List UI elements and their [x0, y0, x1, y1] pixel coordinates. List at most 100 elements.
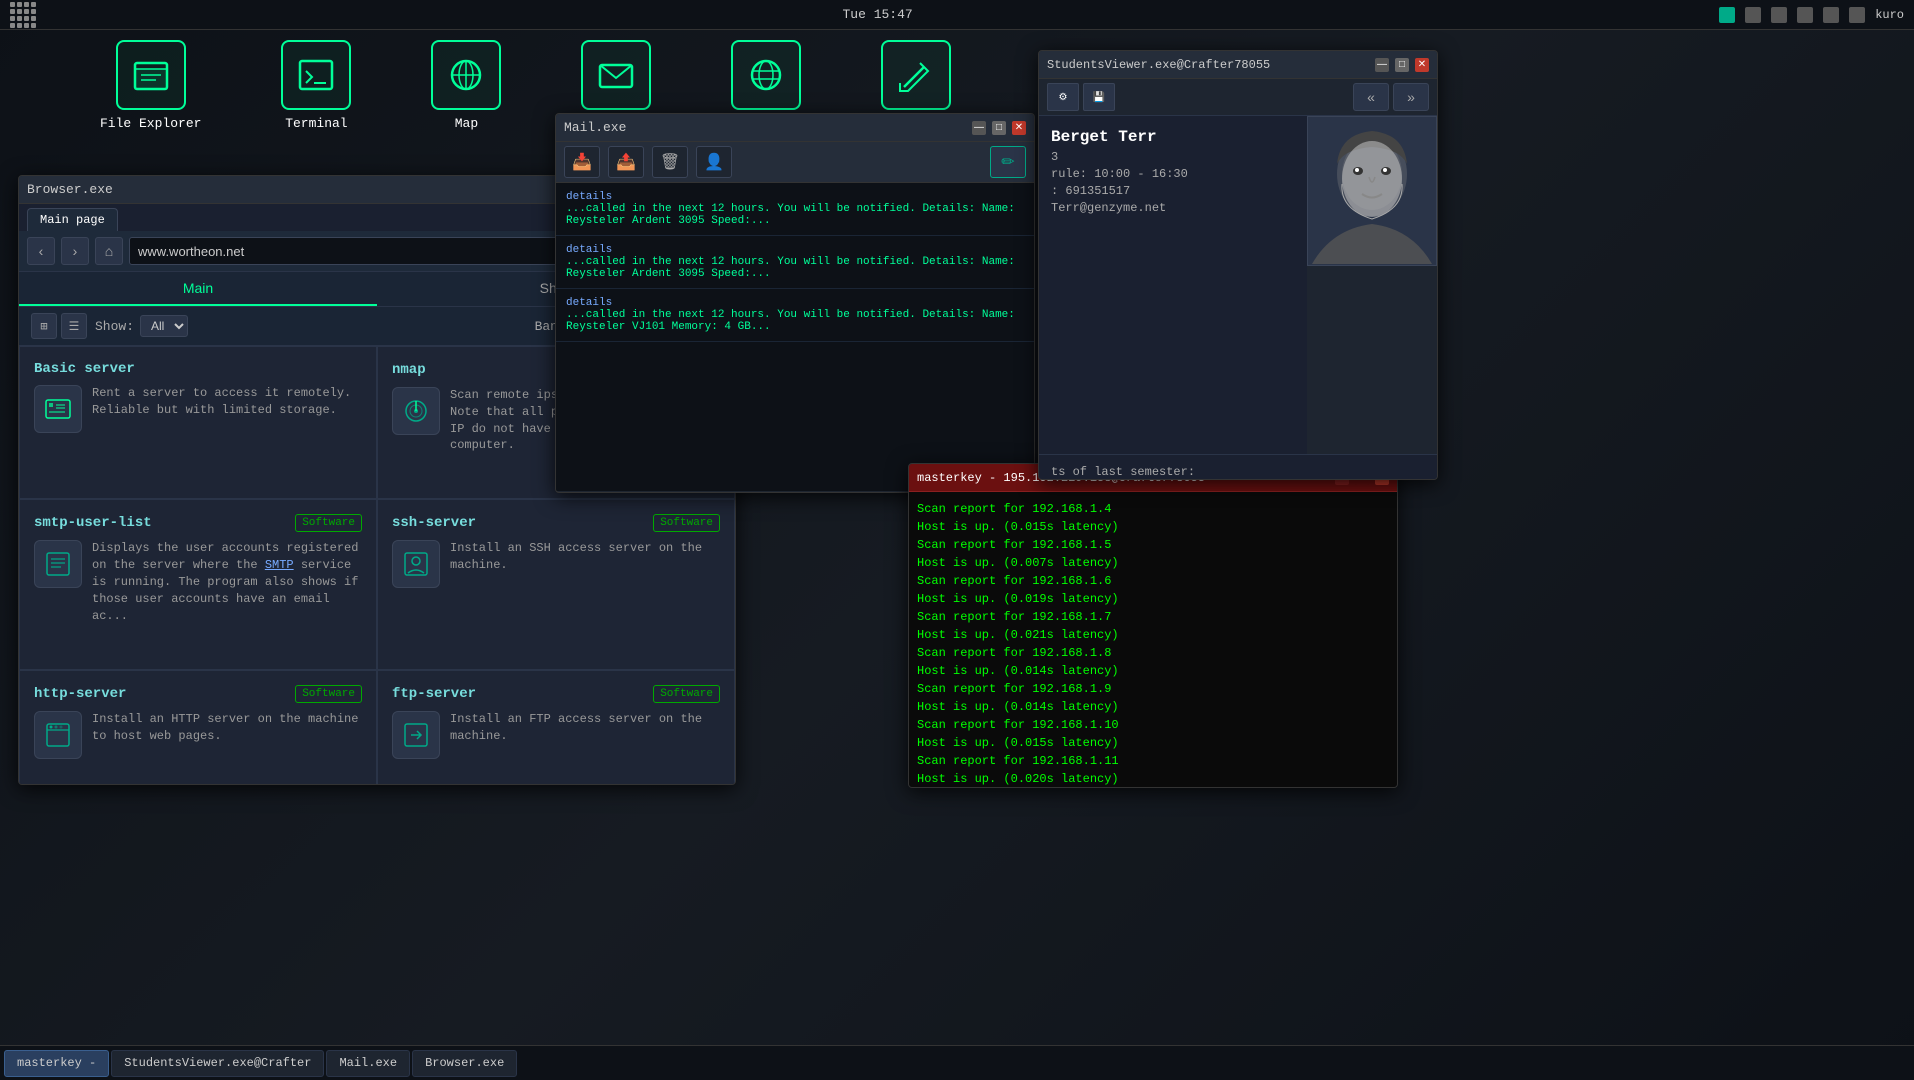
topbar-user: kuro [1875, 8, 1904, 22]
mail-message-3-text: ...called in the next 12 hours. You will… [566, 309, 1024, 333]
students-maximize-button[interactable]: □ [1395, 58, 1409, 72]
shop-item-icon-basic-server [34, 385, 82, 433]
terminal-line-4: Scan report for 192.168.1.6 [917, 572, 1389, 590]
taskbar-item-studentsviewer[interactable]: StudentsViewer.exe@Crafter [111, 1050, 324, 1077]
grid-view-toggle[interactable]: ⊞ [31, 313, 57, 339]
terminal-line-15: Host is up. (0.020s latency) [917, 770, 1389, 787]
shop-item-ftp-server[interactable]: ftp-server Software Install an FTP acces… [377, 670, 735, 785]
mail-titlebar: Mail.exe — □ ✕ [556, 114, 1034, 142]
student-schedule: rule: 10:00 - 16:30 [1051, 167, 1295, 181]
students-next-button[interactable]: » [1393, 83, 1429, 111]
shop-item-badge-smtp-user-list: Software [295, 514, 362, 532]
student-phone: : 691351517 [1051, 184, 1295, 198]
mail-edit-button[interactable]: ✏ [990, 146, 1026, 178]
mail-outbox-button[interactable]: 📤 [608, 146, 644, 178]
mail-maximize-button[interactable]: □ [992, 121, 1006, 135]
terminal-line-12: Scan report for 192.168.1.10 [917, 716, 1389, 734]
mail-delete-button[interactable]: 🗑 [652, 146, 688, 178]
desktop-icon-terminal[interactable]: Terminal [281, 40, 351, 131]
shop-item-desc-http-server: Install an HTTP server on the machine to… [92, 711, 362, 745]
smtp-link[interactable]: SMTP [265, 558, 294, 572]
terminal-line-8: Scan report for 192.168.1.8 [917, 644, 1389, 662]
mail-contact-button[interactable]: 👤 [696, 146, 732, 178]
terminal-line-7: Host is up. (0.021s latency) [917, 626, 1389, 644]
students-save-button[interactable]: 💾 [1083, 83, 1115, 111]
mail-message-1[interactable]: details ...called in the next 12 hours. … [556, 183, 1034, 236]
terminal-content[interactable]: Scan report for 192.168.1.4 Host is up. … [909, 492, 1397, 787]
terminal-line-5: Host is up. (0.019s latency) [917, 590, 1389, 608]
mail-title: Mail.exe [564, 120, 966, 135]
students-title: StudentsViewer.exe@Crafter78055 [1047, 58, 1369, 72]
terminal-line-11: Host is up. (0.014s latency) [917, 698, 1389, 716]
topbar-right: kuro [1719, 7, 1904, 23]
students-prev-button[interactable]: « [1353, 83, 1389, 111]
shop-item-http-server[interactable]: http-server Software Install an HTTP se [19, 670, 377, 785]
shop-item-ssh-server[interactable]: ssh-server Software Install an SSH acces… [377, 499, 735, 669]
terminal-line-1: Host is up. (0.015s latency) [917, 518, 1389, 536]
browser-back-button[interactable]: ‹ [27, 237, 55, 265]
desktop-icon-map[interactable]: Map [431, 40, 501, 131]
shop-item-icon-http-server [34, 711, 82, 759]
students-close-button[interactable]: ✕ [1415, 58, 1429, 72]
mail-message-2[interactable]: details ...called in the next 12 hours. … [556, 236, 1034, 289]
browser-tab-main[interactable]: Main page [27, 208, 118, 231]
shop-item-title-smtp-user-list: smtp-user-list [34, 515, 152, 531]
shop-item-desc-ssh-server: Install an SSH access server on the mach… [450, 540, 720, 574]
mail-message-1-header: details [566, 191, 1024, 203]
terminal-line-0: Scan report for 192.168.1.4 [917, 500, 1389, 518]
terminal-line-9: Host is up. (0.014s latency) [917, 662, 1389, 680]
topbar-icon-3 [1771, 7, 1787, 23]
students-info-panel: Berget Terr 3 rule: 10:00 - 16:30 : 6913… [1039, 116, 1307, 454]
topbar-time: Tue 15:47 [842, 7, 912, 22]
mail-message-3[interactable]: details ...called in the next 12 hours. … [556, 289, 1034, 342]
desktop-icon-file-explorer[interactable]: File Explorer [100, 40, 201, 131]
show-select[interactable]: All [140, 315, 188, 337]
desktop-icon-label-map: Map [455, 116, 478, 131]
shop-item-badge-http-server: Software [295, 685, 362, 703]
terminal-line-3: Host is up. (0.007s latency) [917, 554, 1389, 572]
topbar: Tue 15:47 kuro [0, 0, 1914, 30]
student-description: ts of last semester: [1051, 465, 1425, 479]
students-toolbar: ⚙ 💾 « » [1039, 79, 1437, 116]
shop-item-smtp-user-list[interactable]: smtp-user-list Software Displays the use… [19, 499, 377, 669]
browser-forward-button[interactable]: › [61, 237, 89, 265]
apps-grid-icon[interactable] [10, 2, 36, 28]
shop-item-icon-nmap [392, 387, 440, 435]
list-view-toggle[interactable]: ☰ [61, 313, 87, 339]
mail-inbox-button[interactable]: 📥 [564, 146, 600, 178]
topbar-icon-2 [1745, 7, 1761, 23]
students-minimize-button[interactable]: — [1375, 58, 1389, 72]
terminal-line-6: Scan report for 192.168.1.7 [917, 608, 1389, 626]
desktop-icon-label-file-explorer: File Explorer [100, 116, 201, 131]
students-window: StudentsViewer.exe@Crafter78055 — □ ✕ ⚙ … [1038, 50, 1438, 480]
mail-message-list: details ...called in the next 12 hours. … [556, 183, 1034, 491]
shop-item-title-ssh-server: ssh-server [392, 515, 476, 531]
terminal-line-14: Scan report for 192.168.1.11 [917, 752, 1389, 770]
student-field3: 3 [1051, 150, 1295, 164]
shop-item-title-basic-server: Basic server [34, 361, 135, 377]
mail-toolbar: 📥 📤 🗑 👤 ✏ [556, 142, 1034, 183]
students-content: Berget Terr 3 rule: 10:00 - 16:30 : 6913… [1039, 116, 1437, 454]
mail-message-3-header: details [566, 297, 1024, 309]
taskbar: masterkey - StudentsViewer.exe@Crafter M… [0, 1045, 1914, 1080]
topbar-icon-6 [1849, 7, 1865, 23]
terminal-line-10: Scan report for 192.168.1.9 [917, 680, 1389, 698]
shop-item-basic-server[interactable]: Basic server Rent a server to access it … [19, 346, 377, 499]
shop-item-title-http-server: http-server [34, 686, 126, 702]
shop-item-icon-ftp-server [392, 711, 440, 759]
desktop-icon-label-terminal: Terminal [285, 116, 347, 131]
taskbar-item-mail[interactable]: Mail.exe [326, 1050, 410, 1077]
student-portrait [1307, 116, 1437, 266]
taskbar-item-masterkey[interactable]: masterkey - [4, 1050, 109, 1077]
browser-home-button[interactable]: ⌂ [95, 237, 123, 265]
student-email: Terr@genzyme.net [1051, 201, 1295, 215]
terminal-window: masterkey - 195.102.229.158@Crafter78055… [908, 463, 1398, 788]
students-settings-button[interactable]: ⚙ [1047, 83, 1079, 111]
browser-nav-main[interactable]: Main [19, 272, 377, 306]
shop-item-icon-ssh-server [392, 540, 440, 588]
mail-close-button[interactable]: ✕ [1012, 121, 1026, 135]
taskbar-item-browser[interactable]: Browser.exe [412, 1050, 517, 1077]
mail-minimize-button[interactable]: — [972, 121, 986, 135]
topbar-icon-4 [1797, 7, 1813, 23]
mail-window: Mail.exe — □ ✕ 📥 📤 🗑 👤 ✏ details ...call… [555, 113, 1035, 493]
